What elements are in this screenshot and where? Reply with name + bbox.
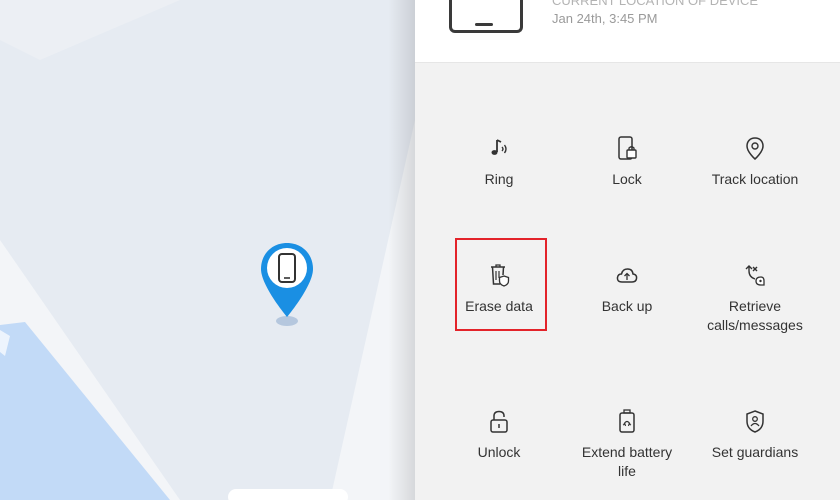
device-timestamp: Jan 24th, 3:45 PM [552, 11, 658, 26]
lock-button[interactable]: Lock [557, 136, 697, 189]
track-location-label: Track location [711, 171, 799, 187]
set-guardians-label: Set guardians [711, 444, 799, 460]
location-pin-icon [746, 137, 764, 160]
ring-icon [491, 139, 507, 155]
panel-shadow [388, 0, 416, 500]
guardian-shield-icon [746, 410, 764, 433]
lock-label: Lock [612, 171, 642, 187]
ring-label: Ring [484, 171, 514, 187]
track-location-button[interactable]: Track location [685, 136, 825, 189]
map-drag-handle[interactable] [228, 489, 348, 500]
retrieve-calls-icon [745, 265, 765, 286]
ring-button[interactable]: Ring [429, 136, 569, 189]
phone-location-pin-icon[interactable] [259, 241, 315, 331]
map-canvas[interactable] [0, 0, 415, 500]
extend-battery-life-button[interactable]: Extend battery life [557, 409, 697, 481]
device-card[interactable]: CURRENT LOCATION OF DEVICE Jan 24th, 3:4… [415, 0, 840, 63]
unlock-button[interactable]: Unlock [429, 409, 569, 462]
battery-icon [619, 409, 635, 433]
device-phone-icon [449, 0, 523, 33]
lock-icon [618, 136, 637, 160]
retrieve-calls-messages-button[interactable]: Retrieve calls/messages [685, 263, 825, 335]
back-up-button[interactable]: Back up [557, 263, 697, 316]
cloud-backup-icon [616, 268, 638, 283]
unlock-icon [490, 410, 508, 433]
extend-battery-life-label: Extend battery life [581, 444, 673, 479]
set-guardians-button[interactable]: Set guardians [685, 409, 825, 462]
device-location-caption: CURRENT LOCATION OF DEVICE [552, 0, 759, 8]
erase-data-highlight-box [455, 238, 547, 331]
retrieve-calls-messages-label: Retrieve calls/messages [707, 298, 803, 333]
map-view[interactable] [0, 0, 415, 500]
unlock-label: Unlock [477, 444, 521, 460]
back-up-label: Back up [601, 298, 653, 314]
